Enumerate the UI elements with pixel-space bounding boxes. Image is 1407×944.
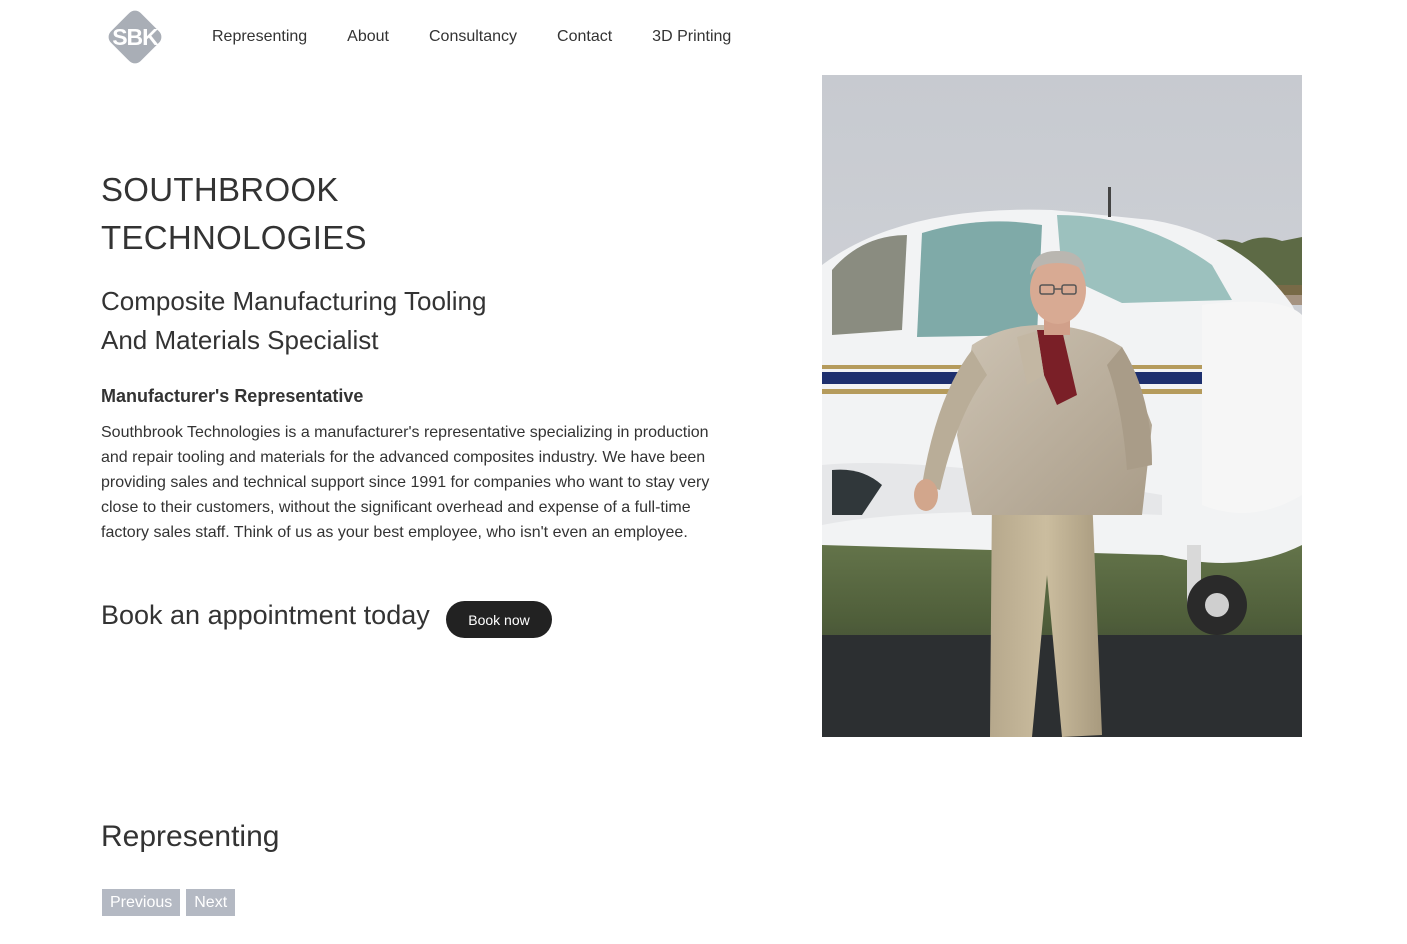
- hero-title-line2: TECHNOLOGIES: [101, 219, 367, 256]
- representing-pager: Previous Next: [102, 889, 236, 916]
- hero-subtitle: Composite Manufacturing Tooling And Mate…: [101, 282, 561, 360]
- nav-3d-printing[interactable]: 3D Printing: [652, 27, 731, 47]
- main-nav: Representing About Consultancy Contact 3…: [212, 27, 771, 47]
- hero-description: Southbrook Technologies is a manufacture…: [101, 424, 710, 541]
- man-with-airplane-photo: [822, 75, 1302, 737]
- sbk-logo[interactable]: SBK: [103, 6, 167, 68]
- hero-subtitle-line1: Composite Manufacturing Tooling: [101, 286, 487, 316]
- nav-contact[interactable]: Contact: [557, 27, 612, 47]
- logo-text: SBK: [112, 24, 159, 50]
- hero-photo: [822, 75, 1302, 737]
- hero-title-line1: SOUTHBROOK: [101, 171, 339, 208]
- nav-consultancy[interactable]: Consultancy: [429, 27, 517, 47]
- hero-subtitle-line2: And Materials Specialist: [101, 325, 379, 355]
- representing-heading: Representing: [101, 820, 280, 853]
- book-now-button[interactable]: Book now: [446, 601, 552, 638]
- next-button[interactable]: Next: [186, 889, 236, 916]
- nav-about[interactable]: About: [347, 27, 389, 47]
- nav-representing[interactable]: Representing: [212, 27, 307, 47]
- previous-button[interactable]: Previous: [102, 889, 181, 916]
- logo-icon: SBK: [108, 10, 162, 64]
- cta-text: Book an appointment today: [101, 600, 430, 630]
- page: SBK Representing About Consultancy Conta…: [0, 0, 1407, 944]
- hero-label: Manufacturer's Representative: [101, 386, 364, 406]
- hero-title: SOUTHBROOK TECHNOLOGIES: [101, 166, 501, 262]
